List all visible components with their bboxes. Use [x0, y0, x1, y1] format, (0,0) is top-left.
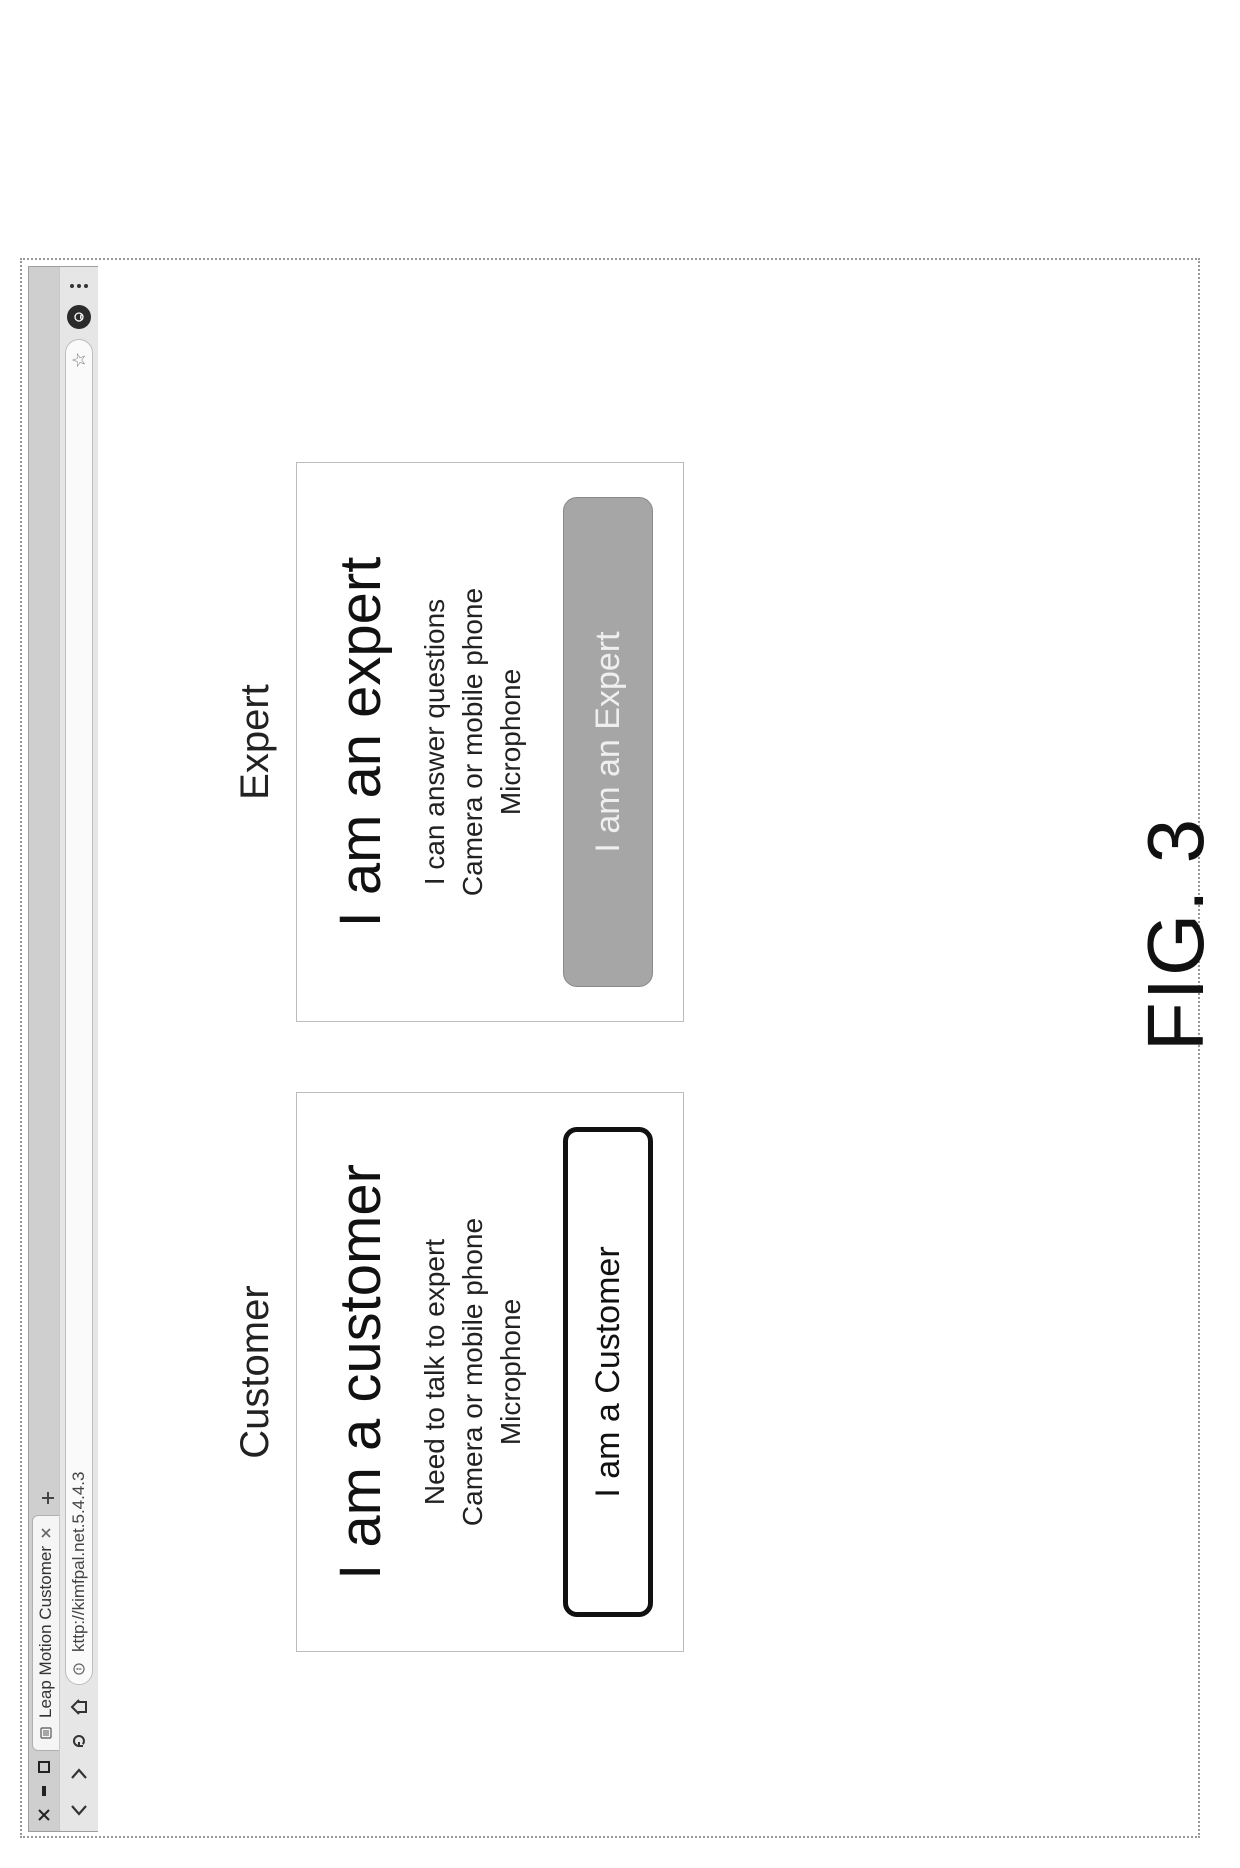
window-minimize-button[interactable]	[36, 1783, 52, 1799]
customer-card: I am a customer Need to talk to expert C…	[296, 1092, 684, 1652]
customer-headline: I am a customer	[327, 1164, 394, 1580]
tab-close-button[interactable]	[38, 1528, 54, 1538]
figure-caption: FIG. 3	[1130, 0, 1222, 1868]
bookmark-star-icon[interactable]: ☆	[69, 352, 90, 368]
url-input[interactable]	[68, 376, 90, 1654]
expert-card: I am an expert I can answer questions Ca…	[296, 462, 684, 1022]
customer-section-label: Customer	[233, 1285, 278, 1458]
new-tab-button[interactable]	[37, 1487, 59, 1509]
window-close-button[interactable]	[36, 1807, 52, 1823]
i-am-an-expert-button[interactable]: I am an Expert	[563, 497, 653, 987]
nav-reload-button[interactable]	[67, 1729, 91, 1753]
browser-menu-button[interactable]	[70, 277, 88, 295]
extension-icon[interactable]	[67, 305, 91, 329]
tab-title: Leap Motion Customer	[36, 1546, 56, 1718]
nav-home-button[interactable]	[67, 1695, 91, 1719]
browser-titlebar: Leap Motion Customer	[29, 267, 59, 1831]
customer-card-group: Customer I am a customer Need to talk to…	[233, 1092, 684, 1652]
expert-section-label: Expert	[233, 684, 278, 800]
expert-headline: I am an expert	[327, 557, 394, 928]
customer-line-3: Microphone	[492, 1299, 530, 1445]
nav-back-button[interactable]	[67, 1797, 91, 1821]
i-am-a-customer-button[interactable]: I am a Customer	[563, 1127, 653, 1617]
customer-line-1: Need to talk to expert	[416, 1239, 454, 1505]
nav-forward-button[interactable]	[67, 1763, 91, 1787]
page-content: Customer I am a customer Need to talk to…	[98, 266, 1190, 1832]
tab-favicon-icon	[39, 1726, 53, 1740]
site-info-icon[interactable]	[72, 1662, 86, 1676]
expert-line-1: I can answer questions	[416, 599, 454, 885]
window-maximize-button[interactable]	[36, 1759, 52, 1775]
browser-toolbar: ☆	[59, 267, 98, 1831]
expert-card-group: Expert I am an expert I can answer quest…	[233, 462, 684, 1022]
address-bar[interactable]: ☆	[65, 339, 93, 1685]
expert-line-3: Microphone	[492, 669, 530, 815]
customer-line-2: Camera or mobile phone	[454, 1218, 492, 1526]
browser-chrome: Leap Motion Customer	[28, 266, 99, 1832]
browser-tab-active[interactable]: Leap Motion Customer	[32, 1515, 59, 1751]
expert-line-2: Camera or mobile phone	[454, 588, 492, 896]
